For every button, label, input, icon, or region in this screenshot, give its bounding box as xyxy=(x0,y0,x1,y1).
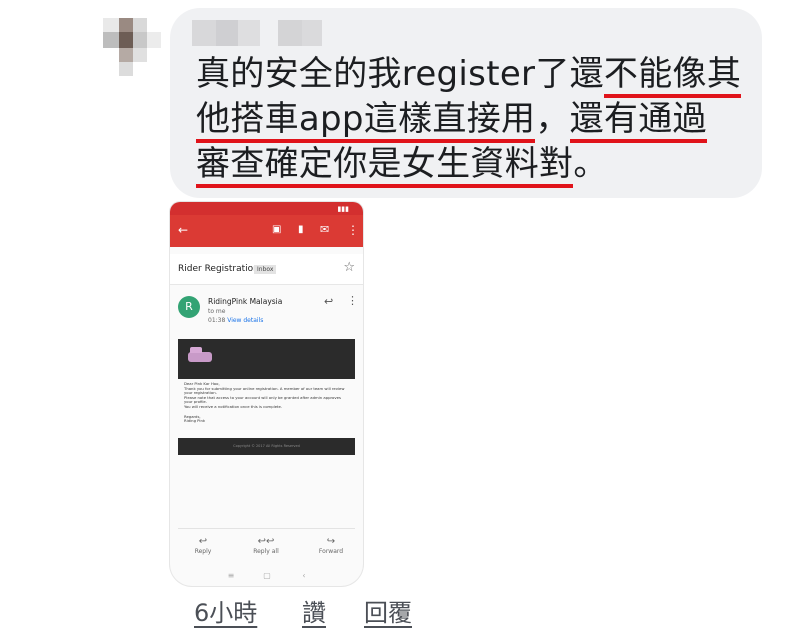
delete-icon: ▮ xyxy=(298,224,304,235)
email-banner xyxy=(178,339,355,379)
comment-underline-3: 還有通過 xyxy=(569,99,707,143)
reply-icon: ↩ xyxy=(198,536,208,547)
subject-row: Rider Registration Inbox ☆ xyxy=(170,254,363,284)
gmail-app-bar: ← ▣ ▮ ✉ ⋮ xyxy=(170,215,363,247)
signal-icon: ▮▮▮ xyxy=(337,205,349,213)
comment-underline-4: 審查確定你是女生資料對 xyxy=(196,144,574,188)
body-line: You will receive a notification once thi… xyxy=(184,403,283,409)
reply-icon: ↩ xyxy=(324,295,334,308)
divider xyxy=(178,528,355,529)
reply-action: ↩ Reply xyxy=(178,536,228,555)
attached-screenshot[interactable]: ▮▮▮ ← ▣ ▮ ✉ ⋮ Rider Registration Inbox ☆… xyxy=(170,202,363,586)
forward-action: ↪ Forward xyxy=(306,536,356,555)
back-arrow-icon: ← xyxy=(178,223,189,237)
reply-button[interactable]: 回覆 xyxy=(364,593,412,628)
comment-timestamp[interactable]: 6小時 xyxy=(194,593,257,628)
comment-underline-1: 不能像其 xyxy=(603,54,742,98)
more-vert-icon: ⋮ xyxy=(347,223,359,237)
comment-bubble: 真的安全的我register了還不能像其他搭車app這樣直接用，還有通過 審查確定… xyxy=(170,8,762,198)
comment-text-part: 。 xyxy=(573,144,608,184)
email-footer: Copyright © 2017 All Rights Reserved xyxy=(178,438,355,455)
time-value: 01:38 xyxy=(208,317,226,324)
comment-underline-2: 他搭車app這樣直接用 xyxy=(196,99,536,143)
commenter-avatar[interactable] xyxy=(103,18,161,76)
like-button[interactable]: 讚 xyxy=(302,593,326,628)
forward-icon: ↪ xyxy=(326,536,336,547)
star-icon: ☆ xyxy=(343,260,355,275)
reply-label: Reply xyxy=(194,548,212,555)
divider xyxy=(170,284,363,285)
reply-all-label: Reply all xyxy=(253,548,279,555)
reply-all-action: ↩↩ Reply all xyxy=(241,536,291,555)
view-details-link: View details xyxy=(227,317,264,324)
inbox-label: Inbox xyxy=(254,265,277,274)
reply-all-icon: ↩↩ xyxy=(257,536,275,547)
email-body: Dear Pink Kar Hoo, Thank you for submitt… xyxy=(184,381,354,424)
signoff-line: Riding Pink xyxy=(184,418,206,424)
sender-avatar: R xyxy=(178,296,200,318)
comment-text-part: ， xyxy=(535,99,570,139)
archive-icon: ▣ xyxy=(272,224,282,235)
more-vert-icon: ⋮ xyxy=(347,294,358,307)
home-nav-icon: ▢ xyxy=(263,571,271,580)
status-bar: ▮▮▮ xyxy=(170,202,363,215)
comment-text-part: 真的安全的我register了還 xyxy=(196,54,604,94)
sender-name: RidingPink Malaysia xyxy=(208,297,283,306)
email-subject: Rider Registration xyxy=(178,264,259,274)
commenter-name-blurred[interactable] xyxy=(192,20,322,46)
body-line: Please note that access to your account … xyxy=(184,394,341,400)
comment-text: 真的安全的我register了還不能像其他搭車app這樣直接用，還有通過 審查確定… xyxy=(196,52,742,188)
email-time: 01:38 View details xyxy=(208,317,263,324)
back-nav-icon: ‹ xyxy=(302,571,306,580)
mail-icon: ✉ xyxy=(320,223,330,236)
van-logo-icon xyxy=(188,347,212,362)
recipient: to me xyxy=(208,308,226,315)
forward-label: Forward xyxy=(318,548,344,555)
menu-nav-icon: ≡ xyxy=(227,571,235,580)
